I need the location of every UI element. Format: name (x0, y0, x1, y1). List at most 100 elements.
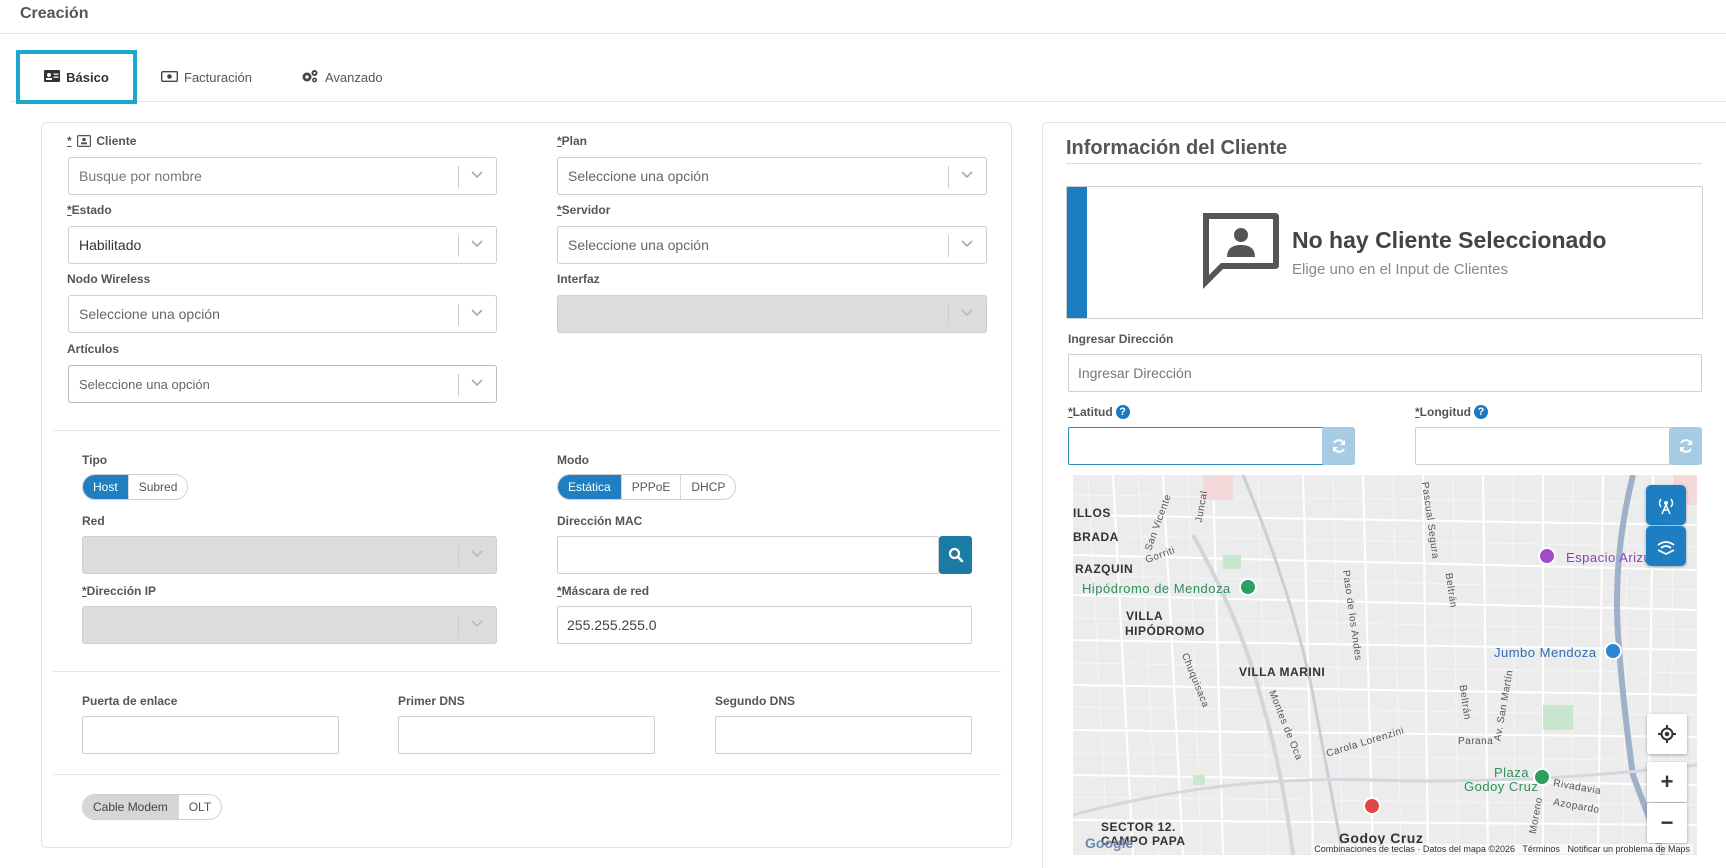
puerta-enlace-input[interactable] (82, 716, 339, 754)
plan-value: Seleccione una opción (568, 168, 709, 184)
tipo-label: Tipo (82, 453, 108, 467)
tab-facturacion[interactable]: Facturación (160, 52, 252, 102)
red-select[interactable] (82, 536, 497, 574)
segundo-dns-input[interactable] (715, 716, 972, 754)
map-label: ILLOS (1073, 506, 1111, 520)
tab-basico-label: Básico (66, 69, 109, 85)
articulos-label: Artículos (67, 342, 120, 356)
no-client-title: No hay Cliente Seleccionado (1292, 227, 1607, 253)
map-report-link[interactable]: Notificar un problema de Maps (1567, 844, 1690, 854)
tipo-subred-button[interactable]: Subred (128, 475, 188, 499)
servidor-label: *Servidor (557, 203, 611, 217)
cliente-placeholder: Busque por nombre (79, 168, 202, 184)
puerta-enlace-label: Puerta de enlace (82, 694, 178, 708)
comment-user-icon (1197, 209, 1281, 296)
user-card-icon (77, 135, 92, 150)
longitud-refresh-button[interactable] (1669, 427, 1702, 465)
map-shortcuts-link[interactable]: Combinaciones de teclas (1314, 844, 1415, 854)
ip-label: *Dirección IP (82, 584, 157, 598)
tab-avanzado[interactable]: Avanzado (301, 52, 383, 102)
nodo-wireless-select[interactable]: Seleccione una opción (68, 295, 497, 333)
longitud-label: *Longitud? (1415, 405, 1488, 419)
no-client-subtitle: Elige uno en el Input de Clientes (1292, 261, 1508, 278)
latitud-label: *Latitud? (1068, 405, 1130, 419)
my-location-button[interactable] (1647, 714, 1687, 754)
help-icon[interactable]: ? (1473, 405, 1488, 419)
cliente-select[interactable]: Busque por nombre (68, 157, 497, 195)
cable-modem-button[interactable]: Cable Modem (83, 795, 179, 819)
plaza-marker-icon[interactable] (1533, 768, 1551, 786)
cliente-label: * Cliente (67, 134, 137, 150)
divider (53, 430, 1001, 431)
espacio-marker-icon[interactable] (1538, 547, 1556, 565)
articulos-select[interactable]: Seleccione una opción (68, 365, 497, 403)
estado-select[interactable]: Habilitado (68, 226, 497, 264)
red-label: Red (82, 514, 105, 528)
map-label: VILLA (1126, 609, 1164, 623)
direccion-placeholder: Ingresar Dirección (1078, 365, 1192, 381)
modo-dhcp-button[interactable]: DHCP (681, 475, 736, 499)
plan-select[interactable]: Seleccione una opción (557, 157, 987, 195)
map-view[interactable]: ILLOS BRADA RAZQUIN Hipódromo de Mendoza… (1073, 475, 1697, 855)
chevron-down-icon (471, 550, 483, 558)
segundo-dns-label: Segundo DNS (715, 694, 795, 708)
tabs-divider (10, 101, 1726, 102)
jumbo-marker-icon[interactable] (1604, 642, 1622, 660)
map-label: RAZQUIN (1075, 562, 1134, 576)
zoom-out-button[interactable]: − (1647, 803, 1687, 843)
latitud-input[interactable] (1068, 427, 1324, 465)
articulos-value: Seleccione una opción (79, 377, 210, 392)
mascara-input[interactable]: 255.255.255.0 (557, 606, 972, 644)
estado-label: *Estado (67, 203, 112, 217)
chevron-down-icon (961, 171, 973, 179)
direccion-input[interactable]: Ingresar Dirección (1068, 354, 1702, 392)
gears-icon (301, 69, 319, 86)
latitud-refresh-button[interactable] (1322, 427, 1355, 465)
mascara-label: *Máscara de red (557, 584, 650, 598)
nodo-wireless-label: Nodo Wireless (67, 272, 151, 286)
primer-dns-input[interactable] (398, 716, 655, 754)
map-label: Godoy Cruz (1464, 779, 1539, 794)
money-icon (160, 70, 179, 85)
refresh-icon (1332, 439, 1345, 453)
help-icon[interactable]: ? (1115, 405, 1130, 419)
hospital-marker-icon[interactable] (1363, 797, 1381, 815)
modo-estatica-button[interactable]: Estática (558, 475, 622, 499)
modo-label: Modo (557, 453, 589, 467)
mac-input[interactable] (557, 536, 939, 574)
modo-pppoe-button[interactable]: PPPoE (621, 475, 682, 499)
tab-avanzado-label: Avanzado (325, 69, 383, 85)
tab-basico[interactable]: Básico (16, 50, 137, 104)
hipodromo-marker-icon[interactable] (1239, 578, 1257, 596)
ip-select[interactable] (82, 606, 497, 644)
servidor-select[interactable]: Seleccione una opción (557, 226, 987, 264)
estado-value: Habilitado (79, 237, 142, 253)
zoom-in-button[interactable]: + (1647, 762, 1687, 802)
tipo-toggle: Host Subred (82, 474, 189, 500)
interfaz-select[interactable] (557, 295, 987, 333)
id-card-icon (44, 69, 61, 85)
refresh-icon (1679, 439, 1692, 453)
olt-button[interactable]: OLT (178, 795, 222, 819)
google-logo: Google (1085, 835, 1134, 851)
map-label: SECTOR 12. (1101, 820, 1176, 834)
map-label: VILLA MARINI (1239, 665, 1326, 679)
map-label: Plaza (1494, 765, 1530, 780)
map-terms-link[interactable]: Términos (1522, 844, 1560, 854)
antenna-icon (1658, 498, 1674, 515)
map-streets (1073, 475, 1697, 855)
equipo-toggle: Cable Modem OLT (82, 794, 223, 820)
chevron-down-icon (961, 240, 973, 248)
longitud-input[interactable] (1415, 427, 1671, 465)
info-divider (1066, 163, 1702, 164)
antenna-layer-button[interactable] (1646, 485, 1686, 525)
chevron-down-icon (471, 240, 483, 248)
map-label: HIPÓDROMO (1125, 624, 1205, 638)
mac-search-button[interactable] (939, 536, 972, 574)
map-label: Hipódromo de Mendoza (1082, 581, 1231, 596)
map-label: Jumbo Mendoza (1494, 645, 1597, 660)
divider (53, 671, 1001, 672)
wireless-layer-button[interactable] (1646, 526, 1686, 566)
direccion-label: Ingresar Dirección (1068, 332, 1174, 346)
tipo-host-button[interactable]: Host (83, 475, 129, 499)
